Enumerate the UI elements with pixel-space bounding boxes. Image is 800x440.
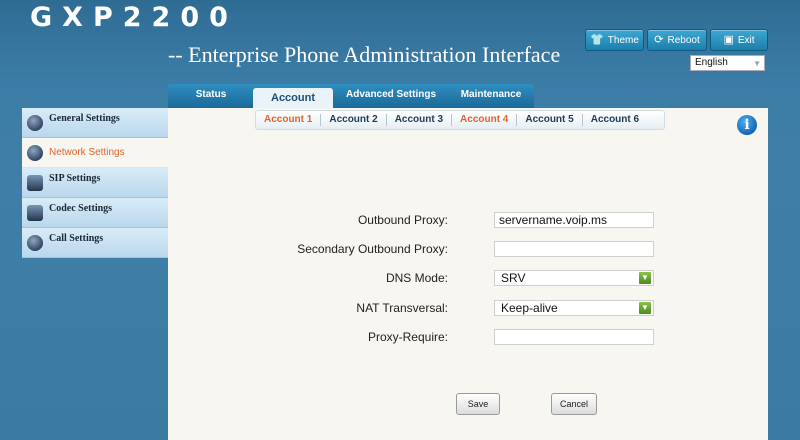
account-subtabs: Account 1 Account 2 Account 3 Account 4 …	[255, 110, 665, 130]
secondary-outbound-proxy-label: Secondary Outbound Proxy:	[297, 242, 448, 256]
brand-title: GXP2200	[30, 2, 238, 33]
dns-mode-label: DNS Mode:	[385, 271, 448, 285]
sidebar-item-network-settings[interactable]: Network Settings	[22, 138, 168, 168]
call-settings-icon	[27, 235, 43, 251]
outbound-proxy-label: Outbound Proxy:	[357, 213, 448, 227]
proxy-require-input[interactable]	[494, 329, 654, 345]
subtab-account-6[interactable]: Account 6	[583, 114, 647, 126]
tab-status[interactable]: Status	[180, 84, 242, 108]
chevron-down-icon: ▼	[639, 272, 651, 284]
info-icon[interactable]: i	[737, 115, 757, 135]
nat-traversal-value: Keep-alive	[501, 301, 558, 315]
theme-icon: 👕	[590, 33, 604, 46]
dns-mode-select[interactable]: SRV ▼	[494, 270, 654, 286]
sidebar-item-label: Call Settings	[49, 233, 104, 244]
save-button[interactable]: Save	[456, 393, 500, 415]
tab-maintenance[interactable]: Maintenance	[450, 84, 532, 108]
reboot-icon: ⟳	[654, 33, 664, 46]
secondary-outbound-proxy-input[interactable]	[494, 241, 654, 257]
network-settings-icon	[27, 145, 43, 161]
page-subtitle: -- Enterprise Phone Administration Inter…	[168, 42, 561, 67]
exit-button-label: Exit	[737, 34, 755, 46]
sidebar-item-label: SIP Settings	[49, 173, 101, 184]
chevron-down-icon: ▼	[639, 302, 651, 314]
proxy-require-label: Proxy-Require:	[367, 330, 448, 344]
sidebar-item-label: General Settings	[49, 113, 120, 124]
exit-icon: ▣	[723, 33, 734, 46]
sidebar-item-label: Network Settings	[49, 147, 125, 158]
subtab-account-2[interactable]: Account 2	[321, 114, 387, 126]
subtab-account-3[interactable]: Account 3	[387, 114, 453, 126]
tab-account[interactable]: Account	[253, 88, 333, 110]
codec-settings-icon	[27, 205, 43, 221]
reboot-button[interactable]: ⟳ Reboot	[647, 29, 707, 51]
reboot-button-label: Reboot	[667, 34, 700, 46]
sip-settings-icon	[27, 175, 43, 191]
subtab-account-4[interactable]: Account 4	[452, 114, 518, 126]
exit-button[interactable]: ▣ Exit	[710, 29, 768, 51]
sidebar-item-sip-settings[interactable]: SIP Settings	[22, 168, 168, 198]
outbound-proxy-input[interactable]: servername.voip.ms	[494, 212, 654, 228]
theme-button-label: Theme	[607, 34, 639, 46]
sidebar-item-call-settings[interactable]: Call Settings	[22, 228, 168, 258]
sidebar-item-label: Codec Settings	[49, 203, 113, 214]
subtab-account-1[interactable]: Account 1	[256, 114, 322, 126]
chevron-down-icon: ▼	[753, 59, 761, 68]
subtab-account-5[interactable]: Account 5	[517, 114, 583, 126]
general-settings-icon	[27, 115, 43, 131]
theme-button[interactable]: 👕 Theme	[585, 29, 644, 51]
language-select[interactable]: English ▼	[690, 55, 765, 71]
cancel-button[interactable]: Cancel	[551, 393, 597, 415]
sidebar-item-codec-settings[interactable]: Codec Settings	[22, 198, 168, 228]
nat-traversal-label: NAT Transversal:	[356, 301, 448, 315]
dns-mode-value: SRV	[501, 271, 526, 285]
tab-advanced-settings[interactable]: Advanced Settings	[337, 84, 445, 108]
language-value: English	[695, 57, 728, 68]
sidebar-item-general-settings[interactable]: General Settings	[22, 108, 168, 138]
nat-traversal-select[interactable]: Keep-alive ▼	[494, 300, 654, 316]
